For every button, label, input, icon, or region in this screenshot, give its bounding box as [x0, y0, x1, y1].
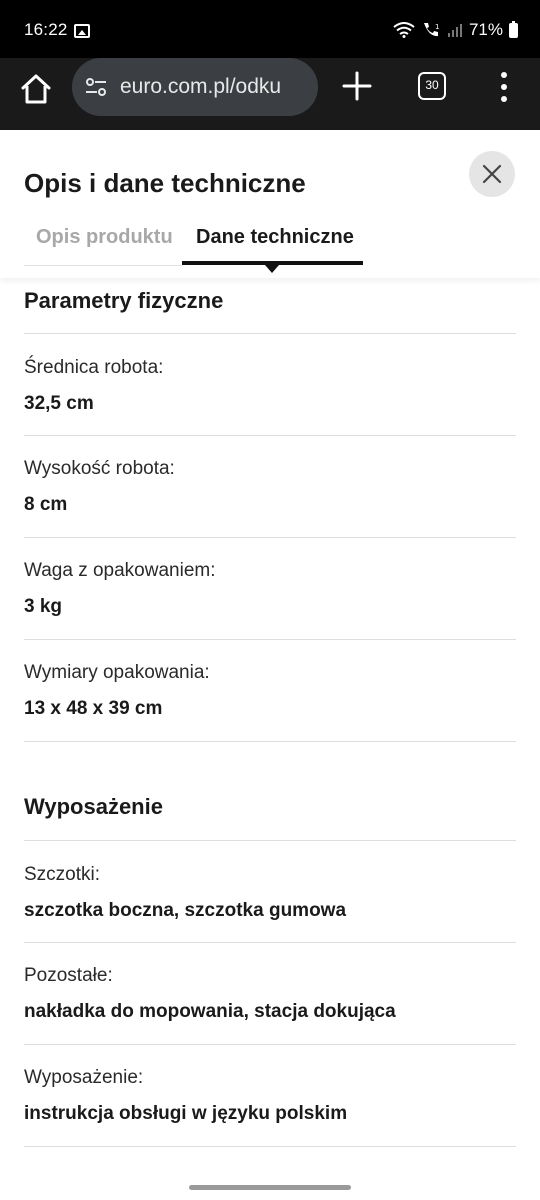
spec-value: nakładka do mopowania, stacja dokująca — [24, 1001, 396, 1022]
gesture-navigation-bar[interactable] — [189, 1185, 351, 1190]
sheet-header: Opis i dane techniczne Opis produktu Dan… — [0, 130, 540, 278]
gallery-notification-icon — [74, 24, 90, 38]
divider — [24, 1044, 516, 1045]
divider — [24, 537, 516, 538]
divider — [24, 333, 516, 334]
tab-switcher-button[interactable]: 30 — [418, 72, 446, 100]
spec-value: 8 cm — [24, 494, 68, 515]
tab-technical-data[interactable]: Dane techniczne — [196, 226, 354, 249]
divider — [24, 840, 516, 841]
tab-divider — [24, 265, 182, 266]
url-text[interactable]: euro.com.pl/odku — [120, 75, 310, 99]
section-title: Parametry fizyczne — [24, 288, 224, 313]
divider — [24, 741, 516, 742]
svg-text:1: 1 — [435, 23, 439, 31]
battery-icon — [509, 20, 518, 38]
spec-label: Wysokość robota: — [24, 458, 175, 479]
spec-value: instrukcja obsługi w języku polskim — [24, 1103, 348, 1124]
wifi-call-icon: 1 — [423, 23, 439, 37]
spec-label: Wyposażenie: — [24, 1067, 144, 1088]
spec-value: 32,5 cm — [24, 393, 94, 414]
section-title: Wyposażenie — [24, 794, 163, 819]
close-button[interactable] — [469, 151, 515, 197]
active-tab-caret — [265, 265, 279, 273]
site-settings-icon[interactable] — [84, 75, 108, 99]
browser-toolbar: euro.com.pl/odku 30 — [0, 58, 540, 130]
spec-label: Pozostałe: — [24, 965, 113, 986]
divider — [24, 639, 516, 640]
spec-label: Szczotki: — [24, 864, 101, 885]
sheet-title: Opis i dane techniczne — [24, 168, 306, 198]
status-icons: 1 71% — [393, 20, 518, 40]
new-tab-icon[interactable] — [340, 69, 374, 103]
status-bar: 16:22 1 71% — [0, 0, 540, 58]
spec-value: szczotka boczna, szczotka gumowa — [24, 900, 347, 921]
status-time: 16:22 — [24, 20, 68, 39]
divider — [24, 1146, 516, 1147]
tab-product-description[interactable]: Opis produktu — [36, 226, 173, 249]
spec-label: Waga z opakowaniem: — [24, 560, 216, 581]
spec-value: 13 x 48 x 39 cm — [24, 698, 163, 719]
spec-label: Wymiary opakowania: — [24, 662, 210, 683]
spec-label: Średnica robota: — [24, 357, 164, 378]
close-icon — [482, 164, 502, 184]
more-menu-icon[interactable] — [494, 70, 514, 104]
spec-value: 3 kg — [24, 596, 63, 617]
home-icon[interactable] — [18, 71, 54, 107]
address-bar[interactable]: euro.com.pl/odku — [72, 58, 318, 116]
wifi-icon — [393, 22, 415, 38]
divider — [24, 435, 516, 436]
signal-icon — [447, 24, 462, 37]
divider — [24, 942, 516, 943]
battery-percent: 71% — [468, 20, 503, 39]
